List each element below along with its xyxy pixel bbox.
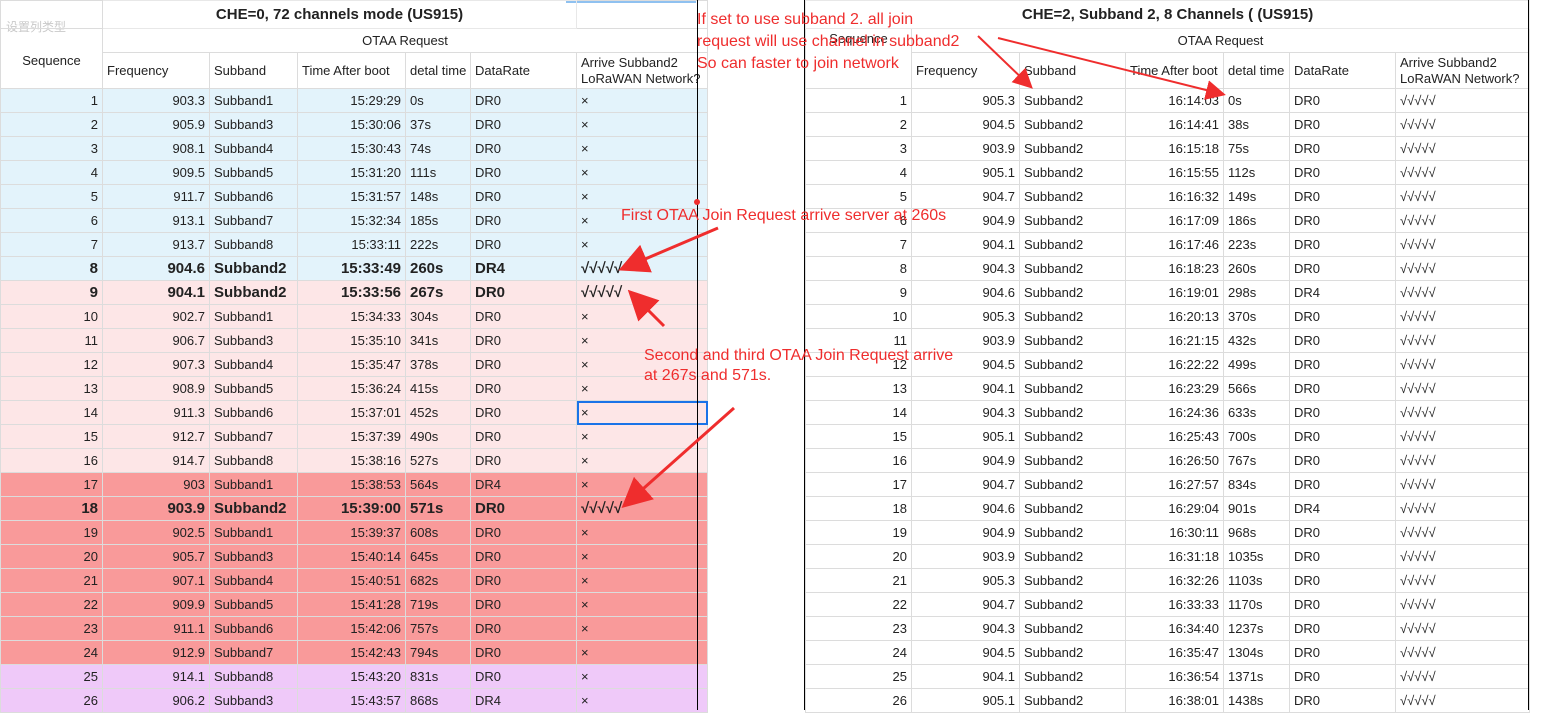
second-third-note-line-1: Second and third OTAA Join Request arriv… (644, 347, 954, 364)
annotation-dot (694, 199, 700, 205)
arrow-to-first-join (618, 226, 719, 273)
arrow-to-third-join (621, 406, 735, 508)
first-join-note: First OTAA Join Request arrive server at… (621, 207, 947, 224)
second-third-note-line-2: at 267s and 571s. (644, 367, 772, 384)
arrow-to-delta-col (997, 37, 1226, 100)
second-third-note: Second and third OTAA Join Request arriv… (644, 346, 953, 386)
subband-note-line-3: So can faster to join network (697, 55, 899, 72)
subband-note-line-1: If set to use subband 2. all join (697, 11, 914, 28)
subband-note: If set to use subband 2. all join reques… (697, 9, 959, 75)
arrow-to-second-join (627, 289, 666, 328)
subband-note-line-2: request will use channel in subband2 (697, 33, 960, 50)
